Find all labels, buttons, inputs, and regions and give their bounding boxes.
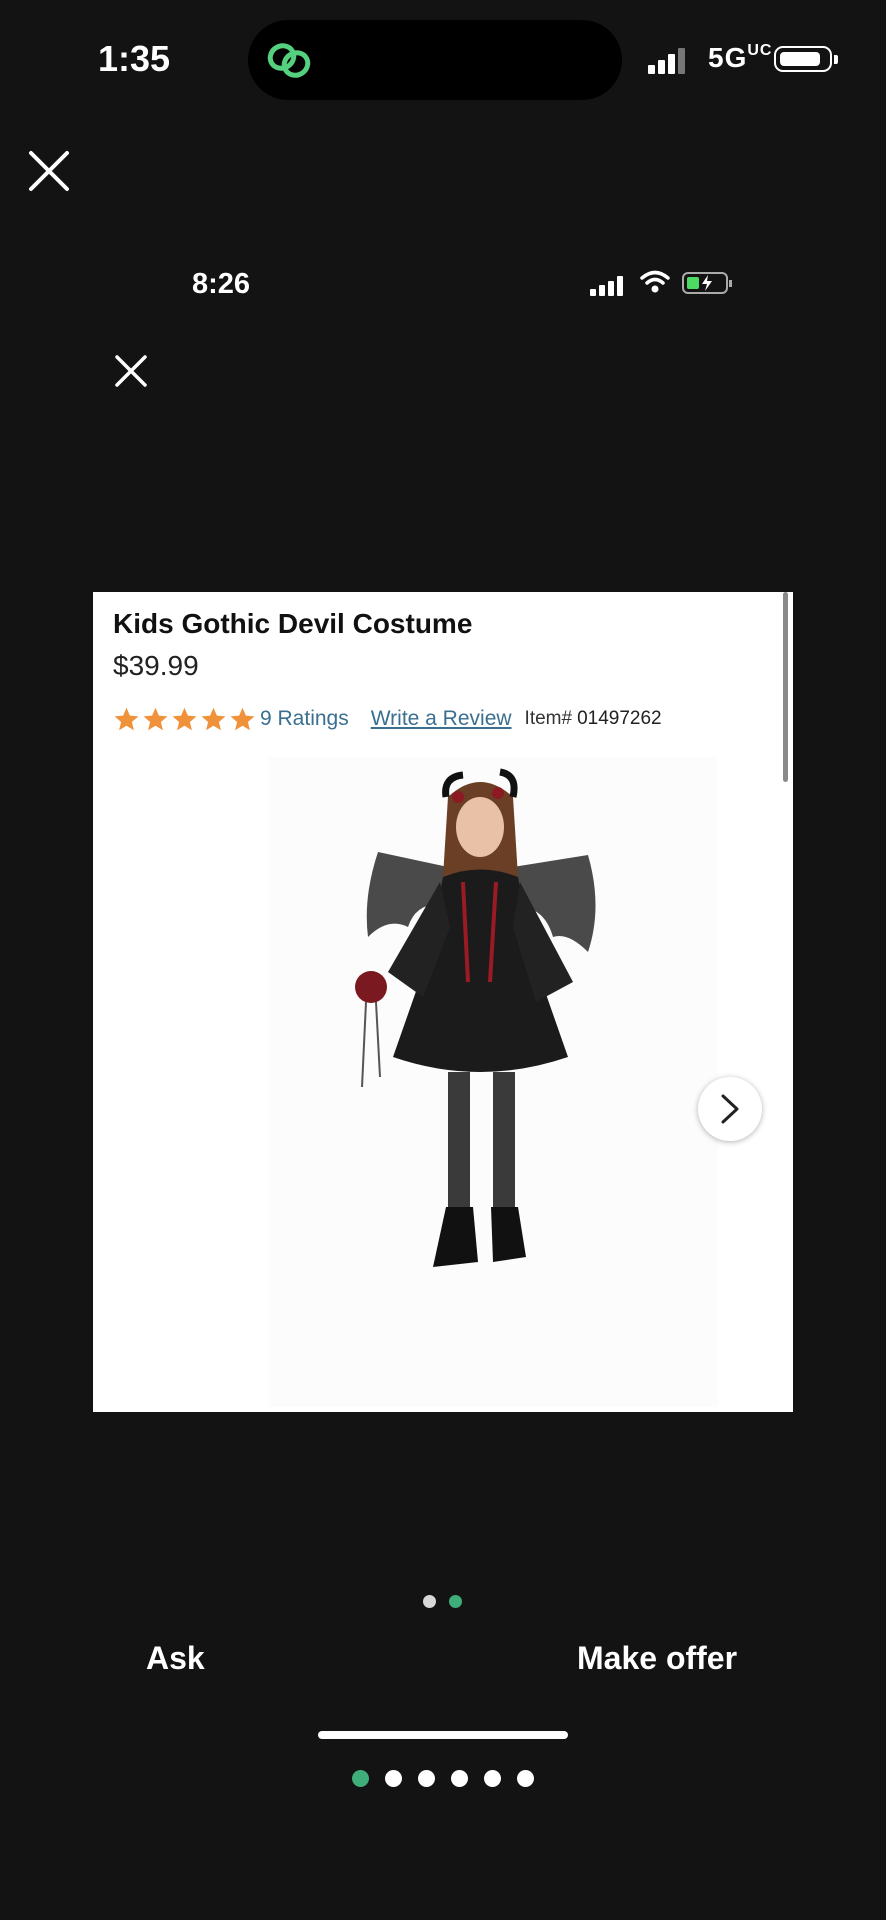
page-dot[interactable]	[449, 1595, 462, 1608]
status-time: 1:35	[98, 38, 171, 79]
next-image-button[interactable]	[698, 1077, 762, 1141]
scrollbar[interactable]	[783, 592, 788, 782]
item-number: 01497262	[577, 708, 662, 729]
close-icon[interactable]	[28, 150, 70, 192]
inner-battery-charging-icon	[682, 272, 732, 294]
item-label: Item#	[524, 708, 573, 729]
battery-icon	[774, 46, 838, 72]
inner-close-icon[interactable]	[114, 354, 148, 388]
home-indicator	[318, 1731, 568, 1739]
cellular-signal-icon	[648, 48, 688, 74]
product-title: Kids Gothic Devil Costume	[113, 608, 473, 639]
inner-status-time: 8:26	[192, 268, 251, 300]
page-dot[interactable]	[385, 1770, 402, 1787]
ask-button[interactable]: Ask	[146, 1640, 205, 1677]
star-icon	[230, 707, 255, 730]
product-image[interactable]	[268, 757, 718, 1407]
star-icon	[172, 707, 197, 730]
page-dot[interactable]	[423, 1595, 436, 1608]
rating-row: 9 Ratings Write a Review Item# 01497262	[113, 704, 662, 734]
star-rating	[113, 706, 258, 733]
wifi-icon	[640, 270, 670, 293]
inner-cellular-signal-icon	[590, 276, 628, 296]
make-offer-button[interactable]: Make offer	[577, 1640, 737, 1677]
page-dot[interactable]	[352, 1770, 369, 1787]
page-dot[interactable]	[484, 1770, 501, 1787]
star-icon	[114, 707, 139, 730]
chevron-right-icon	[721, 1094, 739, 1124]
product-price: $39.99	[113, 650, 199, 681]
product-card: Kids Gothic Devil Costume $39.99 9 Ratin…	[93, 592, 793, 1412]
star-icon	[201, 707, 226, 730]
page-dot[interactable]	[418, 1770, 435, 1787]
app-link-icon	[267, 43, 311, 78]
page-dot[interactable]	[517, 1770, 534, 1787]
page-dot[interactable]	[451, 1770, 468, 1787]
write-review-link[interactable]: Write a Review	[371, 707, 512, 731]
ratings-count-link[interactable]: 9 Ratings	[260, 707, 349, 731]
network-type: 5GUC	[708, 42, 773, 73]
star-icon	[143, 707, 168, 730]
